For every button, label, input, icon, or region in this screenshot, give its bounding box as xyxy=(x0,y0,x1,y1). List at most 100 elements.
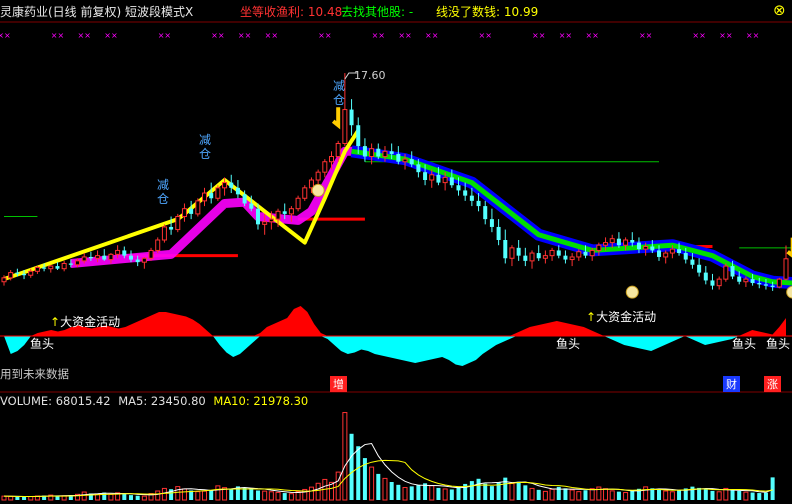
volume-bar-down xyxy=(677,490,682,500)
volume-bar-up xyxy=(402,487,408,501)
fund-activity-positive xyxy=(4,306,786,336)
tick-mark: ×× xyxy=(78,31,91,40)
candle-body-up xyxy=(369,148,375,158)
volume-bar-down xyxy=(122,493,127,500)
volume-bar-up xyxy=(181,488,187,501)
kline-chart: ×× ×× ×× ×× ×× ×× ×× ×× ×× ×× ×× ×× ×× ×× ×× ×× ×× ×× ×× ×× xyxy=(0,21,792,501)
candle-body-down xyxy=(730,266,735,277)
peak-price-label: 17.60 xyxy=(354,69,386,82)
candle-body-down xyxy=(356,125,361,147)
candle-body-up xyxy=(542,255,548,259)
candle-body-down xyxy=(750,279,755,284)
volume-bar-down xyxy=(249,489,254,500)
candle-body-up xyxy=(723,265,729,280)
candle-body-up xyxy=(202,192,208,202)
fish-head-label-3: 鱼头 xyxy=(732,337,757,351)
candle-body-up xyxy=(75,260,81,266)
candle-body-up xyxy=(342,109,348,144)
candle-body-down xyxy=(135,259,140,263)
candle-body-up xyxy=(429,174,435,181)
volume-bar-up xyxy=(603,488,609,501)
volume-bar-up xyxy=(743,491,749,501)
candle-body-up xyxy=(743,278,749,283)
candle-body-down xyxy=(396,153,401,162)
volume-bar-up xyxy=(161,487,167,501)
volume-bar-up xyxy=(576,491,582,501)
candle-body-down xyxy=(476,200,481,207)
volume-bar-down xyxy=(229,489,234,500)
candle-body-up xyxy=(215,187,221,199)
candle-body-down xyxy=(556,250,561,256)
tick-mark: ×× xyxy=(559,31,572,40)
candle-body-down xyxy=(282,211,287,214)
volume-bar-up xyxy=(643,486,649,501)
candle-body-down xyxy=(563,255,568,260)
volume-bar-down xyxy=(356,446,361,500)
volume-bar-up xyxy=(108,493,114,501)
volume-bar-up xyxy=(315,482,321,501)
candle-body-up xyxy=(576,251,582,258)
candle-body-up xyxy=(596,244,602,251)
reduce-marker-2: 减 仓 xyxy=(199,133,211,161)
volume-bar-up xyxy=(442,488,448,501)
volume-bar-up xyxy=(542,490,548,501)
tick-mark: ×× xyxy=(104,31,117,40)
volume-bar-down xyxy=(690,486,695,500)
candle-body-down xyxy=(636,242,641,250)
volume-bar-down xyxy=(757,493,762,500)
candle-body-up xyxy=(402,158,408,163)
tick-mark: ×× xyxy=(211,31,224,40)
candle-body-down xyxy=(409,159,414,165)
volume-bar-down xyxy=(516,481,521,500)
volume-bar-down xyxy=(409,486,414,500)
candle-body-down xyxy=(169,226,174,230)
marker-rise: 涨 xyxy=(764,376,781,392)
candle-body-up xyxy=(663,252,669,258)
candle-body-down xyxy=(483,206,488,220)
candle-body-down xyxy=(683,253,688,260)
volume-bar-up xyxy=(308,486,314,501)
candle-body-down xyxy=(362,146,367,157)
fish-head-label-2: 鱼头 xyxy=(556,337,581,351)
candle-body-down xyxy=(436,174,441,183)
candle-body-down xyxy=(128,255,133,260)
candle-body-down xyxy=(15,272,20,274)
volume-bar-down xyxy=(396,484,401,500)
volume-bar-up xyxy=(275,491,281,501)
candle-body-down xyxy=(770,285,775,287)
tick-mark: ×× xyxy=(238,31,251,40)
volume-bar-down xyxy=(523,485,528,500)
volume-value: 68015.42 xyxy=(55,394,111,408)
tick-mark: ×× xyxy=(398,31,411,40)
candle-body-up xyxy=(295,197,301,210)
candle-body-up xyxy=(643,246,649,250)
candle-body-down xyxy=(376,148,381,157)
volume-bar-up xyxy=(81,491,87,501)
volume-bar-down xyxy=(389,482,394,500)
volume-bar-down xyxy=(657,489,662,500)
ma5-label: MA5: xyxy=(118,394,151,408)
candle-body-up xyxy=(509,247,515,259)
candle-body-down xyxy=(757,283,762,285)
reduce-label: 减 xyxy=(157,178,170,192)
candle-body-up xyxy=(382,150,388,158)
candle-body-down xyxy=(229,182,234,188)
candle-body-down xyxy=(536,253,541,259)
volume-bar-down xyxy=(469,481,474,500)
volume-bar-down xyxy=(436,487,441,500)
fish-head-label-1: 鱼头 xyxy=(30,337,55,351)
candle-body-down xyxy=(389,151,394,154)
volume-bar-down xyxy=(416,484,421,500)
up-arrow-icon: ↑ xyxy=(50,315,61,329)
volume-bar-up xyxy=(28,496,34,501)
tick-mark: ×× xyxy=(719,31,732,40)
candle-body-down xyxy=(516,247,521,256)
marker-finance: 财 xyxy=(723,376,740,392)
candle-body-up xyxy=(569,256,575,261)
volume-bar-up xyxy=(1,495,7,501)
candle-body-up xyxy=(609,238,615,244)
reduce-label-2: 仓 xyxy=(157,192,170,206)
candle-body-up xyxy=(302,187,308,199)
volume-bar-up xyxy=(262,490,268,501)
volume-bar-up xyxy=(529,487,535,501)
